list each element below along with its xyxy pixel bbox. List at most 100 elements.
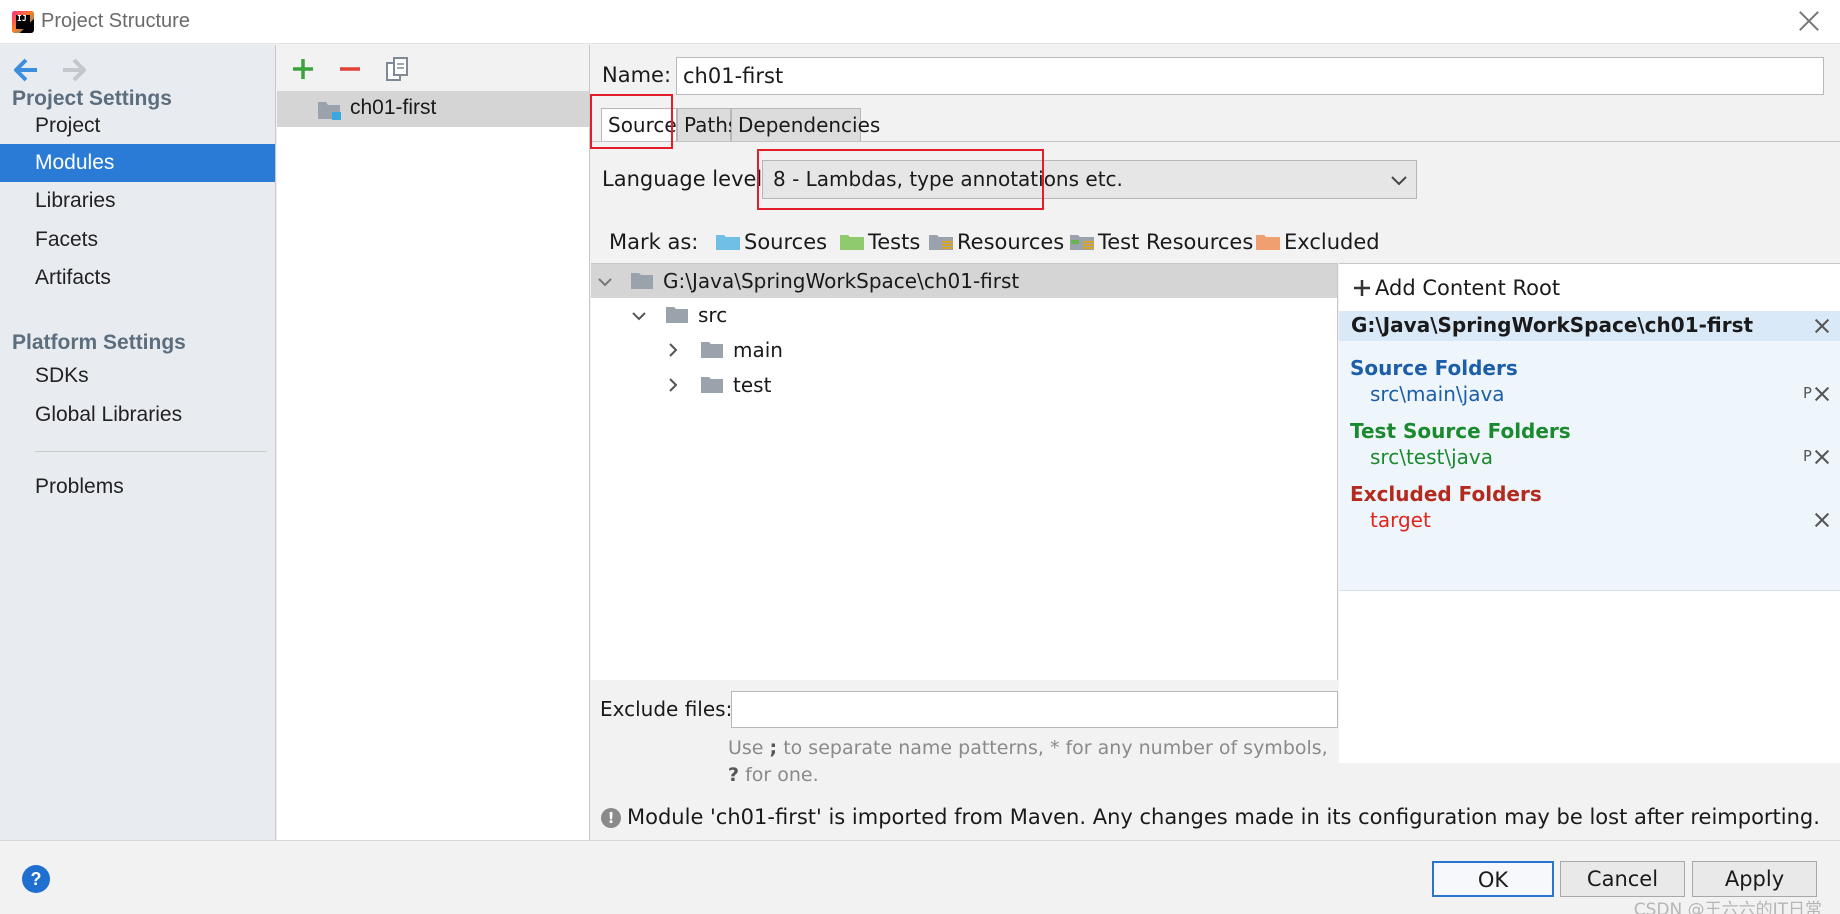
sidebar-item-problems[interactable]: Problems [0, 468, 275, 506]
excluded-folder-path: target [1370, 508, 1431, 532]
chevron-down-icon[interactable] [597, 274, 613, 290]
add-content-root-label: Add Content Root [1375, 276, 1561, 300]
content-root-path-row: G:\Java\SpringWorkSpace\ch01-first [1339, 311, 1840, 341]
content-root-panel: Add Content Root G:\Java\SpringWorkSpace… [1339, 263, 1840, 763]
window-title: Project Structure [41, 10, 190, 32]
module-item[interactable]: ch01-first [277, 91, 589, 127]
module-settings-panel: Name: ch01-first Sources Paths Dependenc… [590, 45, 1840, 840]
platform-settings-header: Platform Settings [12, 331, 186, 354]
sidebar-item-artifacts[interactable]: Artifacts [0, 259, 275, 297]
sources-folder-icon [716, 235, 740, 250]
apply-button[interactable]: Apply [1692, 861, 1817, 897]
mark-as-excluded-label: Excluded [1284, 230, 1380, 254]
resources-folder-icon [929, 235, 953, 250]
sidebar-item-modules[interactable]: Modules [0, 144, 275, 182]
remove-excluded-folder-icon[interactable] [1814, 512, 1830, 528]
ok-button[interactable]: OK [1432, 861, 1554, 897]
sidebar-separator [35, 451, 267, 452]
dialog-button-bar: ? OK Cancel Apply CSDN @王六六的IT日常 [0, 840, 1840, 914]
tabs-divider [591, 141, 1840, 142]
tree-row-src[interactable]: src [591, 298, 1337, 332]
info-icon: ! [601, 808, 621, 828]
test-source-folders-header: Test Source Folders [1350, 419, 1571, 443]
mark-as-resources-label: Resources [957, 230, 1065, 254]
content-root-box: G:\Java\SpringWorkSpace\ch01-first Sourc… [1339, 311, 1840, 591]
title-bar: IJ Project Structure [0, 0, 1840, 44]
language-level-dropdown[interactable]: 8 - Lambdas, type annotations etc. [762, 160, 1417, 199]
cancel-button[interactable]: Cancel [1560, 861, 1685, 897]
source-folder-path: src\main\java [1370, 382, 1505, 406]
tree-main-label: main [733, 338, 783, 362]
name-label: Name: [602, 63, 672, 87]
sidebar-item-libraries[interactable]: Libraries [0, 182, 275, 220]
module-item-label: ch01-first [350, 96, 437, 119]
copy-icon[interactable] [383, 55, 411, 83]
chevron-down-icon[interactable] [631, 308, 647, 324]
watermark: CSDN @王六六的IT日常 [1633, 900, 1822, 914]
language-level-label: Language level: [602, 167, 770, 191]
test-source-folder-path: src\test\java [1370, 445, 1493, 469]
tree-src-label: src [698, 303, 728, 327]
module-folder-icon [318, 102, 341, 120]
mark-as-excluded[interactable]: Excluded [1255, 230, 1380, 254]
tab-sources[interactable]: Sources [601, 108, 687, 142]
chevron-down-icon [1391, 176, 1407, 186]
folder-icon [701, 377, 723, 393]
content-root-tree: G:\Java\SpringWorkSpace\ch01-first src m… [591, 263, 1338, 680]
forward-arrow-icon[interactable] [60, 57, 88, 83]
tree-row-root[interactable]: G:\Java\SpringWorkSpace\ch01-first [591, 264, 1337, 298]
remove-icon[interactable] [336, 55, 364, 83]
mark-as-sources[interactable]: Sources [715, 230, 827, 254]
remove-source-folder-icon[interactable] [1814, 386, 1830, 402]
tree-root-label: G:\Java\SpringWorkSpace\ch01-first [663, 269, 1020, 293]
chevron-right-icon[interactable] [665, 342, 681, 358]
mark-as-resources[interactable]: Resources [928, 230, 1064, 254]
module-toolbar [277, 45, 589, 91]
close-window-icon[interactable] [1796, 8, 1822, 34]
back-arrow-icon[interactable] [12, 57, 40, 83]
tests-folder-icon [840, 235, 864, 250]
language-level-value: 8 - Lambdas, type annotations etc. [773, 167, 1123, 191]
tree-row-test[interactable]: test [591, 368, 1337, 402]
sidebar-item-project[interactable]: Project [0, 107, 275, 145]
folder-icon [631, 273, 653, 289]
sidebar-item-global-libraries[interactable]: Global Libraries [0, 396, 275, 434]
module-name-input[interactable]: ch01-first [676, 57, 1824, 95]
tree-row-main[interactable]: main [591, 333, 1337, 367]
intellij-app-icon: IJ [12, 11, 34, 33]
tab-paths[interactable]: Paths [677, 108, 738, 142]
mark-as-tests-label: Tests [868, 230, 921, 254]
add-content-root-button[interactable]: Add Content Root [1353, 276, 1560, 300]
mark-as-sources-label: Sources [744, 230, 828, 254]
mark-as-test-resources-label: Test Resources [1098, 230, 1254, 254]
help-icon[interactable]: ? [22, 865, 50, 893]
package-prefix-icon[interactable]: P [1803, 447, 1812, 465]
chevron-right-icon[interactable] [665, 377, 681, 393]
plus-icon [1354, 280, 1370, 296]
remove-test-source-folder-icon[interactable] [1814, 449, 1830, 465]
remove-content-root-icon[interactable] [1814, 318, 1830, 334]
mark-as-tests[interactable]: Tests [839, 230, 920, 254]
add-icon[interactable] [289, 55, 317, 83]
test-resources-folder-icon [1070, 235, 1094, 250]
content-root-path: G:\Java\SpringWorkSpace\ch01-first [1351, 313, 1754, 337]
module-list-panel: ch01-first [277, 45, 590, 840]
folder-icon [666, 307, 688, 323]
maven-import-info: ! Module 'ch01-first' is imported from Ma… [601, 805, 1820, 829]
exclude-files-hint: Use ; to separate name patterns, * for a… [728, 737, 1328, 786]
source-folders-header: Source Folders [1350, 356, 1518, 380]
info-message: Module 'ch01-first' is imported from Mav… [627, 805, 1820, 829]
mark-as-label: Mark as: [609, 230, 699, 254]
package-prefix-icon[interactable]: P [1803, 384, 1812, 402]
excluded-folder-icon [1256, 235, 1280, 250]
folder-icon [701, 342, 723, 358]
sidebar-item-sdks[interactable]: SDKs [0, 357, 275, 395]
mark-as-test-resources[interactable]: Test Resources [1069, 230, 1253, 254]
exclude-files-input[interactable] [731, 691, 1338, 728]
tab-dependencies[interactable]: Dependencies [731, 108, 880, 142]
excluded-folders-header: Excluded Folders [1350, 482, 1542, 506]
sidebar-item-facets[interactable]: Facets [0, 221, 275, 259]
exclude-files-label: Exclude files: [600, 697, 733, 721]
tree-test-label: test [733, 373, 772, 397]
settings-sidebar: Project Settings Project Modules Librari… [0, 45, 276, 840]
